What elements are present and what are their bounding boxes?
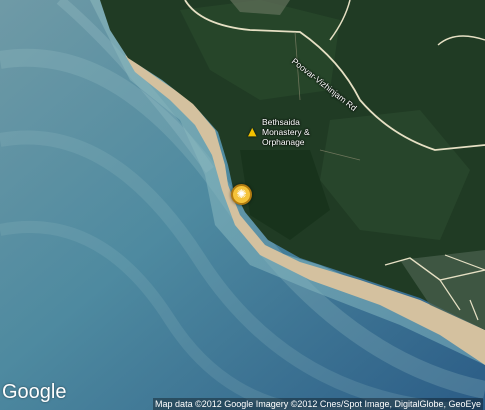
google-logo[interactable]: Google (2, 381, 67, 404)
poi-label-line: Monastery & (262, 127, 310, 137)
map-attribution[interactable]: Map data ©2012 Google Imagery ©2012 Cnes… (153, 398, 483, 410)
poi-label-line: Bethsaida (262, 117, 300, 127)
map-marker[interactable]: ✺ (231, 184, 252, 205)
monastery-icon[interactable]: ▲ (248, 126, 260, 138)
satellite-imagery (0, 0, 485, 410)
poi-label[interactable]: Bethsaida Monastery & Orphanage (262, 117, 352, 147)
poi-label-line: Orphanage (262, 137, 305, 147)
sun-icon: ✺ (236, 187, 247, 201)
map-view[interactable]: Poovar-Vizhinjam Rd ▲ Bethsaida Monaster… (0, 0, 485, 410)
